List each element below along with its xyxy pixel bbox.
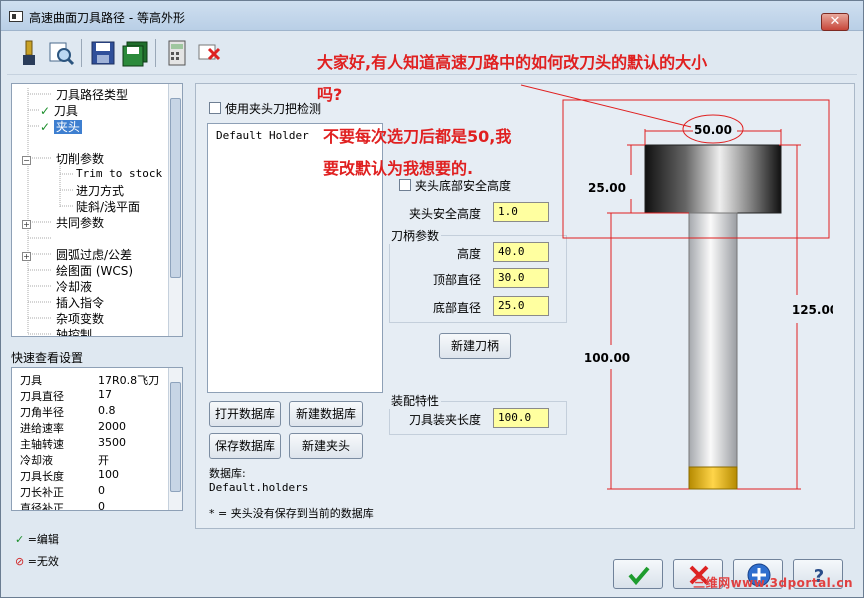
ok-button[interactable] [613,559,663,589]
annotation-lines [520,84,692,128]
watermark: 三维网www.3dportal.cn [693,576,853,590]
annotation-text: 吗? [317,85,343,104]
dialog-window: 高速曲面刀具路径 - 等高外形 ✕ 刀具路径类型 ✓ 刀具 ✓ 夹头 − 切削参… [0,0,864,598]
annotation-text: 大家好,有人知道高速刀路中的如何改刀头的默认的大小 [317,53,708,72]
annotation-text: 要改默认为我想要的. [323,159,474,178]
annotation-text: 不要每次选刀后都是50,我 [323,127,512,146]
checkmark-icon [628,566,650,586]
